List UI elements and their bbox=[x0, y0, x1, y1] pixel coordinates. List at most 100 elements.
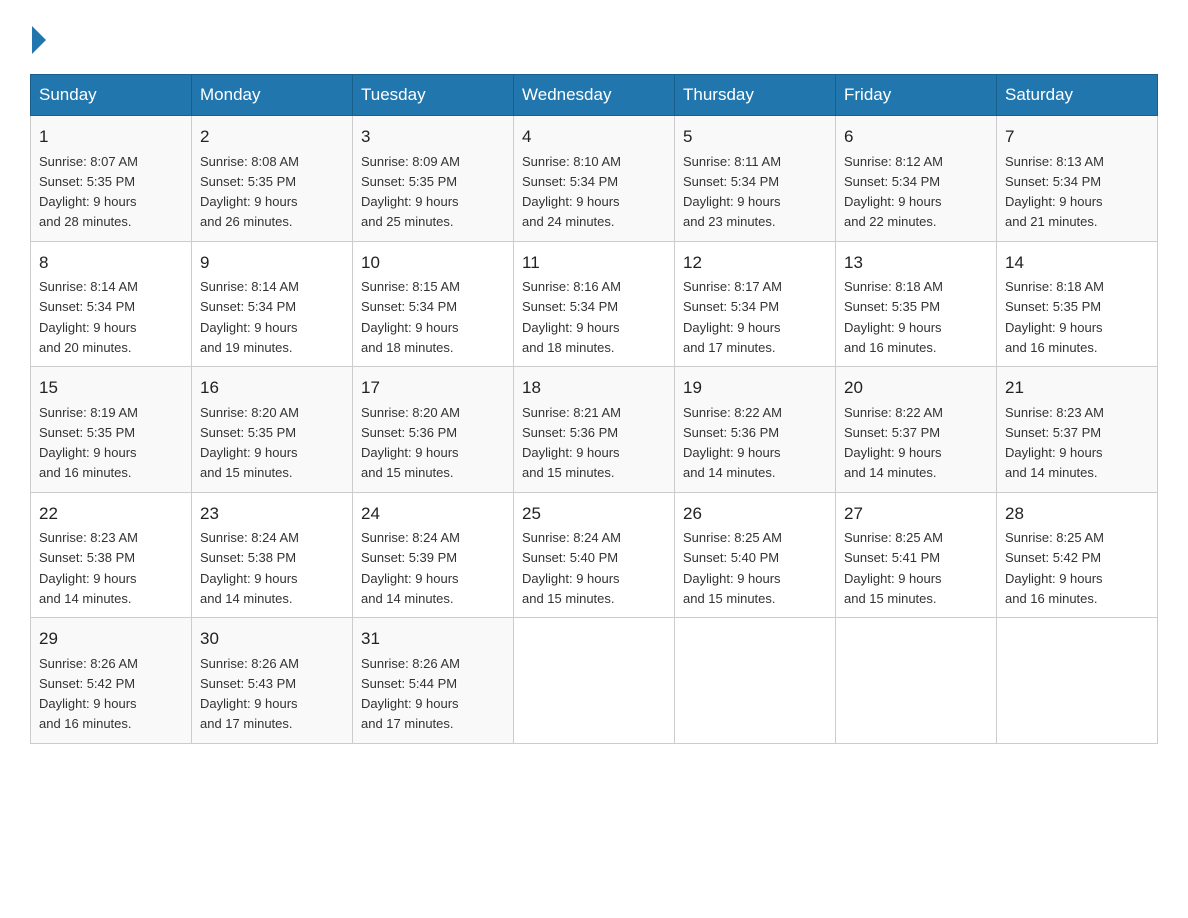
calendar-week-3: 15 Sunrise: 8:19 AMSunset: 5:35 PMDaylig… bbox=[31, 367, 1158, 493]
day-info: Sunrise: 8:24 AMSunset: 5:39 PMDaylight:… bbox=[361, 530, 460, 606]
calendar-cell: 15 Sunrise: 8:19 AMSunset: 5:35 PMDaylig… bbox=[31, 367, 192, 493]
day-info: Sunrise: 8:13 AMSunset: 5:34 PMDaylight:… bbox=[1005, 154, 1104, 230]
day-info: Sunrise: 8:25 AMSunset: 5:40 PMDaylight:… bbox=[683, 530, 782, 606]
calendar-cell: 27 Sunrise: 8:25 AMSunset: 5:41 PMDaylig… bbox=[836, 492, 997, 618]
calendar-cell: 16 Sunrise: 8:20 AMSunset: 5:35 PMDaylig… bbox=[192, 367, 353, 493]
day-number: 31 bbox=[361, 626, 505, 652]
page-header bbox=[30, 30, 1158, 54]
calendar-cell: 8 Sunrise: 8:14 AMSunset: 5:34 PMDayligh… bbox=[31, 241, 192, 367]
day-info: Sunrise: 8:16 AMSunset: 5:34 PMDaylight:… bbox=[522, 279, 621, 355]
day-number: 1 bbox=[39, 124, 183, 150]
day-number: 2 bbox=[200, 124, 344, 150]
day-info: Sunrise: 8:26 AMSunset: 5:44 PMDaylight:… bbox=[361, 656, 460, 732]
calendar-header-row: SundayMondayTuesdayWednesdayThursdayFrid… bbox=[31, 75, 1158, 116]
calendar-cell: 7 Sunrise: 8:13 AMSunset: 5:34 PMDayligh… bbox=[997, 116, 1158, 242]
calendar-cell bbox=[836, 618, 997, 744]
calendar-cell: 22 Sunrise: 8:23 AMSunset: 5:38 PMDaylig… bbox=[31, 492, 192, 618]
calendar-cell: 21 Sunrise: 8:23 AMSunset: 5:37 PMDaylig… bbox=[997, 367, 1158, 493]
day-info: Sunrise: 8:22 AMSunset: 5:36 PMDaylight:… bbox=[683, 405, 782, 481]
calendar-cell: 23 Sunrise: 8:24 AMSunset: 5:38 PMDaylig… bbox=[192, 492, 353, 618]
day-number: 20 bbox=[844, 375, 988, 401]
header-wednesday: Wednesday bbox=[514, 75, 675, 116]
calendar-cell bbox=[675, 618, 836, 744]
header-tuesday: Tuesday bbox=[353, 75, 514, 116]
header-saturday: Saturday bbox=[997, 75, 1158, 116]
calendar-cell: 12 Sunrise: 8:17 AMSunset: 5:34 PMDaylig… bbox=[675, 241, 836, 367]
day-info: Sunrise: 8:14 AMSunset: 5:34 PMDaylight:… bbox=[39, 279, 138, 355]
calendar-cell: 31 Sunrise: 8:26 AMSunset: 5:44 PMDaylig… bbox=[353, 618, 514, 744]
calendar-cell: 25 Sunrise: 8:24 AMSunset: 5:40 PMDaylig… bbox=[514, 492, 675, 618]
calendar-cell: 17 Sunrise: 8:20 AMSunset: 5:36 PMDaylig… bbox=[353, 367, 514, 493]
calendar-cell: 24 Sunrise: 8:24 AMSunset: 5:39 PMDaylig… bbox=[353, 492, 514, 618]
calendar-table: SundayMondayTuesdayWednesdayThursdayFrid… bbox=[30, 74, 1158, 744]
day-number: 25 bbox=[522, 501, 666, 527]
day-info: Sunrise: 8:18 AMSunset: 5:35 PMDaylight:… bbox=[844, 279, 943, 355]
header-sunday: Sunday bbox=[31, 75, 192, 116]
logo-arrow-icon bbox=[32, 26, 46, 54]
day-number: 29 bbox=[39, 626, 183, 652]
day-info: Sunrise: 8:23 AMSunset: 5:37 PMDaylight:… bbox=[1005, 405, 1104, 481]
calendar-cell: 1 Sunrise: 8:07 AMSunset: 5:35 PMDayligh… bbox=[31, 116, 192, 242]
day-number: 16 bbox=[200, 375, 344, 401]
calendar-cell: 5 Sunrise: 8:11 AMSunset: 5:34 PMDayligh… bbox=[675, 116, 836, 242]
day-info: Sunrise: 8:17 AMSunset: 5:34 PMDaylight:… bbox=[683, 279, 782, 355]
calendar-cell: 18 Sunrise: 8:21 AMSunset: 5:36 PMDaylig… bbox=[514, 367, 675, 493]
day-info: Sunrise: 8:25 AMSunset: 5:41 PMDaylight:… bbox=[844, 530, 943, 606]
day-info: Sunrise: 8:22 AMSunset: 5:37 PMDaylight:… bbox=[844, 405, 943, 481]
day-info: Sunrise: 8:08 AMSunset: 5:35 PMDaylight:… bbox=[200, 154, 299, 230]
day-info: Sunrise: 8:10 AMSunset: 5:34 PMDaylight:… bbox=[522, 154, 621, 230]
day-number: 24 bbox=[361, 501, 505, 527]
calendar-week-2: 8 Sunrise: 8:14 AMSunset: 5:34 PMDayligh… bbox=[31, 241, 1158, 367]
day-number: 21 bbox=[1005, 375, 1149, 401]
day-info: Sunrise: 8:15 AMSunset: 5:34 PMDaylight:… bbox=[361, 279, 460, 355]
day-info: Sunrise: 8:12 AMSunset: 5:34 PMDaylight:… bbox=[844, 154, 943, 230]
day-number: 27 bbox=[844, 501, 988, 527]
day-info: Sunrise: 8:18 AMSunset: 5:35 PMDaylight:… bbox=[1005, 279, 1104, 355]
calendar-cell: 6 Sunrise: 8:12 AMSunset: 5:34 PMDayligh… bbox=[836, 116, 997, 242]
calendar-cell: 3 Sunrise: 8:09 AMSunset: 5:35 PMDayligh… bbox=[353, 116, 514, 242]
header-friday: Friday bbox=[836, 75, 997, 116]
day-number: 19 bbox=[683, 375, 827, 401]
calendar-week-5: 29 Sunrise: 8:26 AMSunset: 5:42 PMDaylig… bbox=[31, 618, 1158, 744]
day-info: Sunrise: 8:07 AMSunset: 5:35 PMDaylight:… bbox=[39, 154, 138, 230]
day-number: 7 bbox=[1005, 124, 1149, 150]
day-number: 5 bbox=[683, 124, 827, 150]
day-number: 4 bbox=[522, 124, 666, 150]
calendar-cell: 9 Sunrise: 8:14 AMSunset: 5:34 PMDayligh… bbox=[192, 241, 353, 367]
day-info: Sunrise: 8:23 AMSunset: 5:38 PMDaylight:… bbox=[39, 530, 138, 606]
calendar-week-1: 1 Sunrise: 8:07 AMSunset: 5:35 PMDayligh… bbox=[31, 116, 1158, 242]
header-monday: Monday bbox=[192, 75, 353, 116]
calendar-cell: 30 Sunrise: 8:26 AMSunset: 5:43 PMDaylig… bbox=[192, 618, 353, 744]
day-number: 28 bbox=[1005, 501, 1149, 527]
day-number: 30 bbox=[200, 626, 344, 652]
calendar-cell: 13 Sunrise: 8:18 AMSunset: 5:35 PMDaylig… bbox=[836, 241, 997, 367]
day-number: 18 bbox=[522, 375, 666, 401]
calendar-cell: 10 Sunrise: 8:15 AMSunset: 5:34 PMDaylig… bbox=[353, 241, 514, 367]
day-info: Sunrise: 8:11 AMSunset: 5:34 PMDaylight:… bbox=[683, 154, 781, 230]
day-number: 13 bbox=[844, 250, 988, 276]
calendar-week-4: 22 Sunrise: 8:23 AMSunset: 5:38 PMDaylig… bbox=[31, 492, 1158, 618]
day-number: 3 bbox=[361, 124, 505, 150]
calendar-cell: 2 Sunrise: 8:08 AMSunset: 5:35 PMDayligh… bbox=[192, 116, 353, 242]
calendar-cell bbox=[514, 618, 675, 744]
day-number: 26 bbox=[683, 501, 827, 527]
day-info: Sunrise: 8:20 AMSunset: 5:35 PMDaylight:… bbox=[200, 405, 299, 481]
calendar-cell: 19 Sunrise: 8:22 AMSunset: 5:36 PMDaylig… bbox=[675, 367, 836, 493]
day-info: Sunrise: 8:14 AMSunset: 5:34 PMDaylight:… bbox=[200, 279, 299, 355]
logo bbox=[30, 30, 46, 54]
day-number: 10 bbox=[361, 250, 505, 276]
calendar-cell bbox=[997, 618, 1158, 744]
day-info: Sunrise: 8:21 AMSunset: 5:36 PMDaylight:… bbox=[522, 405, 621, 481]
day-number: 23 bbox=[200, 501, 344, 527]
day-number: 11 bbox=[522, 250, 666, 276]
day-number: 14 bbox=[1005, 250, 1149, 276]
calendar-cell: 4 Sunrise: 8:10 AMSunset: 5:34 PMDayligh… bbox=[514, 116, 675, 242]
day-info: Sunrise: 8:20 AMSunset: 5:36 PMDaylight:… bbox=[361, 405, 460, 481]
day-number: 15 bbox=[39, 375, 183, 401]
day-number: 9 bbox=[200, 250, 344, 276]
calendar-cell: 14 Sunrise: 8:18 AMSunset: 5:35 PMDaylig… bbox=[997, 241, 1158, 367]
day-info: Sunrise: 8:19 AMSunset: 5:35 PMDaylight:… bbox=[39, 405, 138, 481]
header-thursday: Thursday bbox=[675, 75, 836, 116]
day-info: Sunrise: 8:09 AMSunset: 5:35 PMDaylight:… bbox=[361, 154, 460, 230]
calendar-cell: 20 Sunrise: 8:22 AMSunset: 5:37 PMDaylig… bbox=[836, 367, 997, 493]
